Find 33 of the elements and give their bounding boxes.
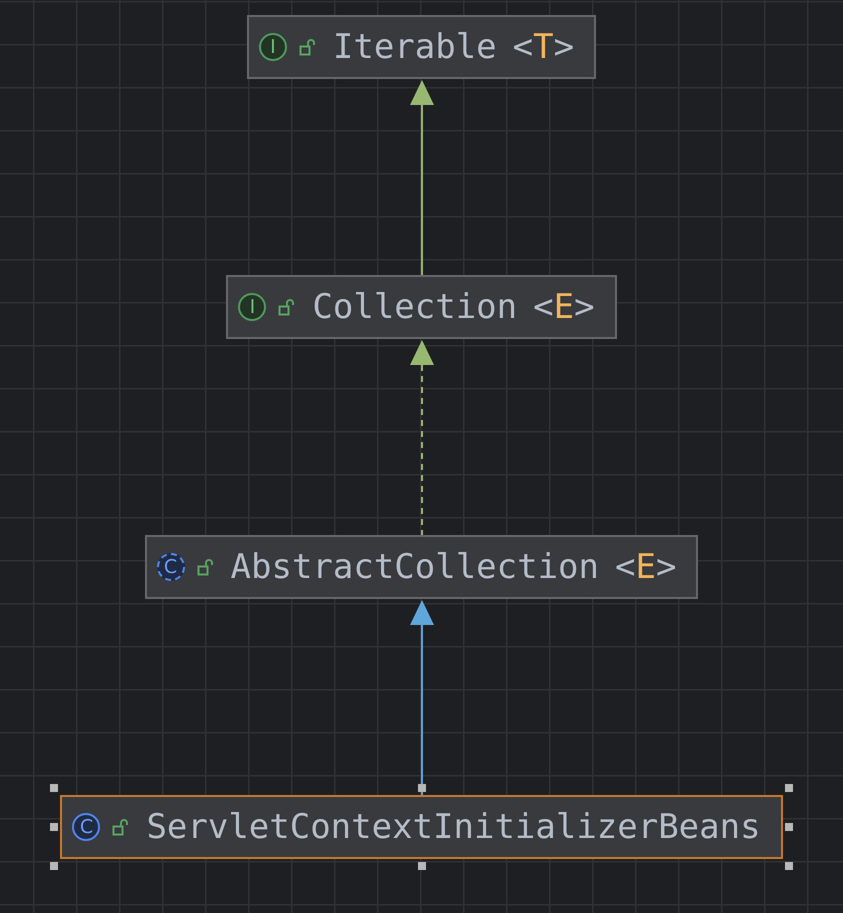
resize-handle[interactable] [784,784,793,792]
class-name: ServletContextInitializerBeans [146,807,761,847]
bracket: > [656,547,676,587]
resize-handle[interactable] [50,823,58,831]
unlocked-icon [298,38,315,56]
class-name: Iterable [332,27,497,67]
resize-handle[interactable] [418,862,426,870]
interface-icon: I [258,33,287,61]
resize-handle[interactable] [784,823,793,831]
unlocked-icon [112,818,128,836]
class-name: AbstractCollection [230,547,599,587]
class-node[interactable]: C AbstractCollection <E> [144,535,698,599]
resize-handle[interactable] [418,784,426,792]
interface-icon: I [238,293,266,321]
bracket: < [533,287,554,327]
bracket: < [512,27,534,67]
class-node[interactable]: I Collection <E> [226,275,617,339]
class-icon: C [72,813,100,841]
class-icon: C [156,553,185,581]
bracket: > [554,27,574,67]
bracket: > [574,287,595,327]
unlocked-icon [278,298,294,316]
resize-handle[interactable] [784,862,793,870]
type-parameter: T [533,27,554,67]
resize-handle[interactable] [50,784,58,792]
unlocked-icon [196,558,213,576]
type-parameter: E [635,547,656,587]
class-node[interactable]: I Iterable <T> [246,15,596,79]
resize-handle[interactable] [50,862,58,870]
class-node[interactable]: C ServletContextInitializerBeans [60,795,783,859]
bracket: < [615,547,636,587]
type-parameter: E [554,287,574,327]
class-name: Collection [312,287,518,327]
